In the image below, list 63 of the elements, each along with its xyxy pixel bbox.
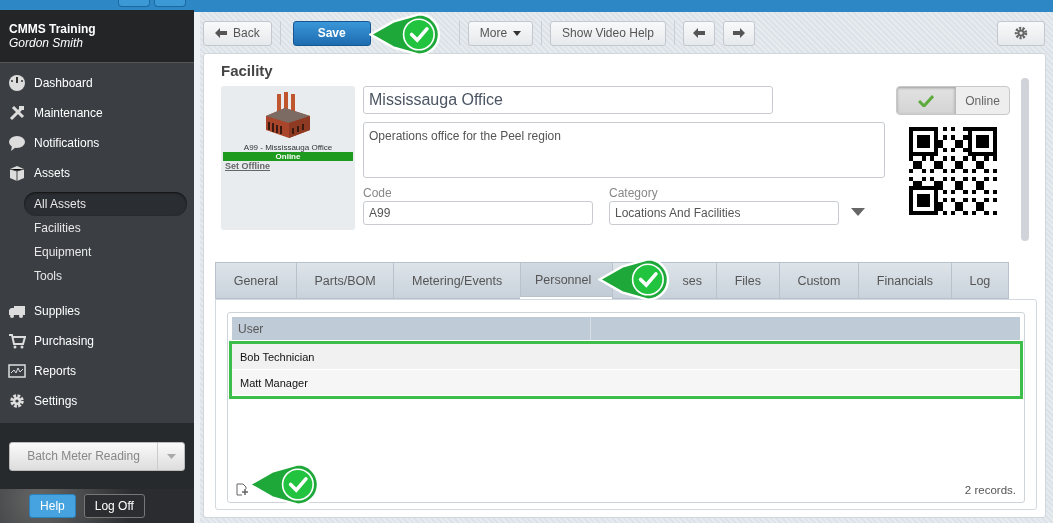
gear-icon [8, 392, 26, 410]
toolbar-button[interactable]: Save [292, 20, 371, 46]
caret-icon [513, 30, 522, 36]
sidebar-item[interactable]: Assets [0, 158, 187, 188]
sidebar-subitem[interactable]: Equipment [24, 240, 187, 264]
sidebar-subitem[interactable]: Facilities [24, 216, 187, 240]
sidebar-item[interactable]: Notifications [0, 128, 187, 158]
name-field[interactable]: Mississauga Office [363, 86, 773, 114]
toolbar-button[interactable]: Show Video Help [550, 20, 666, 46]
cart-icon [8, 332, 26, 350]
left-arrow-icon [215, 28, 227, 38]
add-document-icon[interactable] [236, 483, 249, 496]
arrow-button[interactable] [682, 20, 715, 46]
sidebar-item[interactable]: Maintenance [0, 98, 187, 128]
code-field[interactable]: A99 [363, 201, 593, 225]
record-count: 2 records. [964, 483, 1016, 496]
table-row[interactable]: Matt Manager [232, 370, 1020, 396]
toolbar-button[interactable]: More [467, 20, 534, 46]
toolbar-button[interactable]: Back [203, 20, 272, 46]
sidebar-subitem[interactable]: All Assets [24, 192, 187, 216]
caret-icon [166, 453, 176, 459]
log-off-button[interactable]: Log Off [83, 494, 145, 518]
sidebar-item[interactable]: Reports [0, 356, 187, 386]
tab[interactable]: Log [950, 262, 1009, 299]
box-icon [8, 164, 26, 182]
table-row[interactable]: Bob Technician [232, 344, 1020, 370]
qr-code-icon [909, 127, 997, 215]
check-icon [918, 94, 934, 107]
status-bar: Online [223, 152, 353, 161]
speech-bubble-icon [8, 134, 26, 152]
set-offline-link[interactable]: Set Offline [225, 161, 270, 171]
arrow-button[interactable] [722, 20, 755, 46]
factory-icon [263, 90, 313, 140]
tab[interactable]: Parts/BOM [295, 262, 394, 299]
user-name: Gordon Smith [9, 36, 85, 50]
tab[interactable]: Personnel [519, 262, 612, 297]
tools-icon [8, 104, 26, 122]
tab[interactable]: General [215, 262, 296, 299]
chart-icon [8, 362, 26, 380]
tab[interactable]: Metering/Events [393, 262, 520, 299]
tab[interactable]: Files [715, 262, 779, 299]
field-label: Category [609, 186, 659, 200]
app-title: CMMS Training [9, 22, 97, 36]
sidebar-subitem[interactable]: Tools [24, 264, 187, 288]
scrollbar[interactable] [1021, 78, 1029, 241]
category-field[interactable]: Locations And Facilities [609, 201, 839, 225]
right-arrow-icon [732, 28, 745, 38]
gauge-icon [8, 74, 26, 92]
sidebar-item[interactable]: Purchasing [0, 326, 187, 356]
tab[interactable]: Financials [858, 262, 951, 299]
settings-icon [1014, 26, 1028, 40]
dropdown-caret-icon[interactable] [851, 208, 865, 216]
left-arrow-icon [692, 28, 705, 38]
description-field[interactable]: Operations office for the Peel region [363, 122, 885, 178]
online-toggle[interactable]: Online [896, 86, 1010, 115]
field-label: Code [363, 186, 393, 200]
asset-caption: A99 - Mississauga Office [243, 143, 333, 152]
sidebar-item[interactable]: Dashboard [0, 68, 187, 98]
page-title: Facility [221, 62, 274, 81]
sidebar-item[interactable]: Supplies [0, 296, 187, 326]
settings-button[interactable] [997, 20, 1045, 46]
sidebar-item[interactable]: Settings [0, 386, 187, 416]
tab[interactable]: Custom [778, 262, 859, 299]
